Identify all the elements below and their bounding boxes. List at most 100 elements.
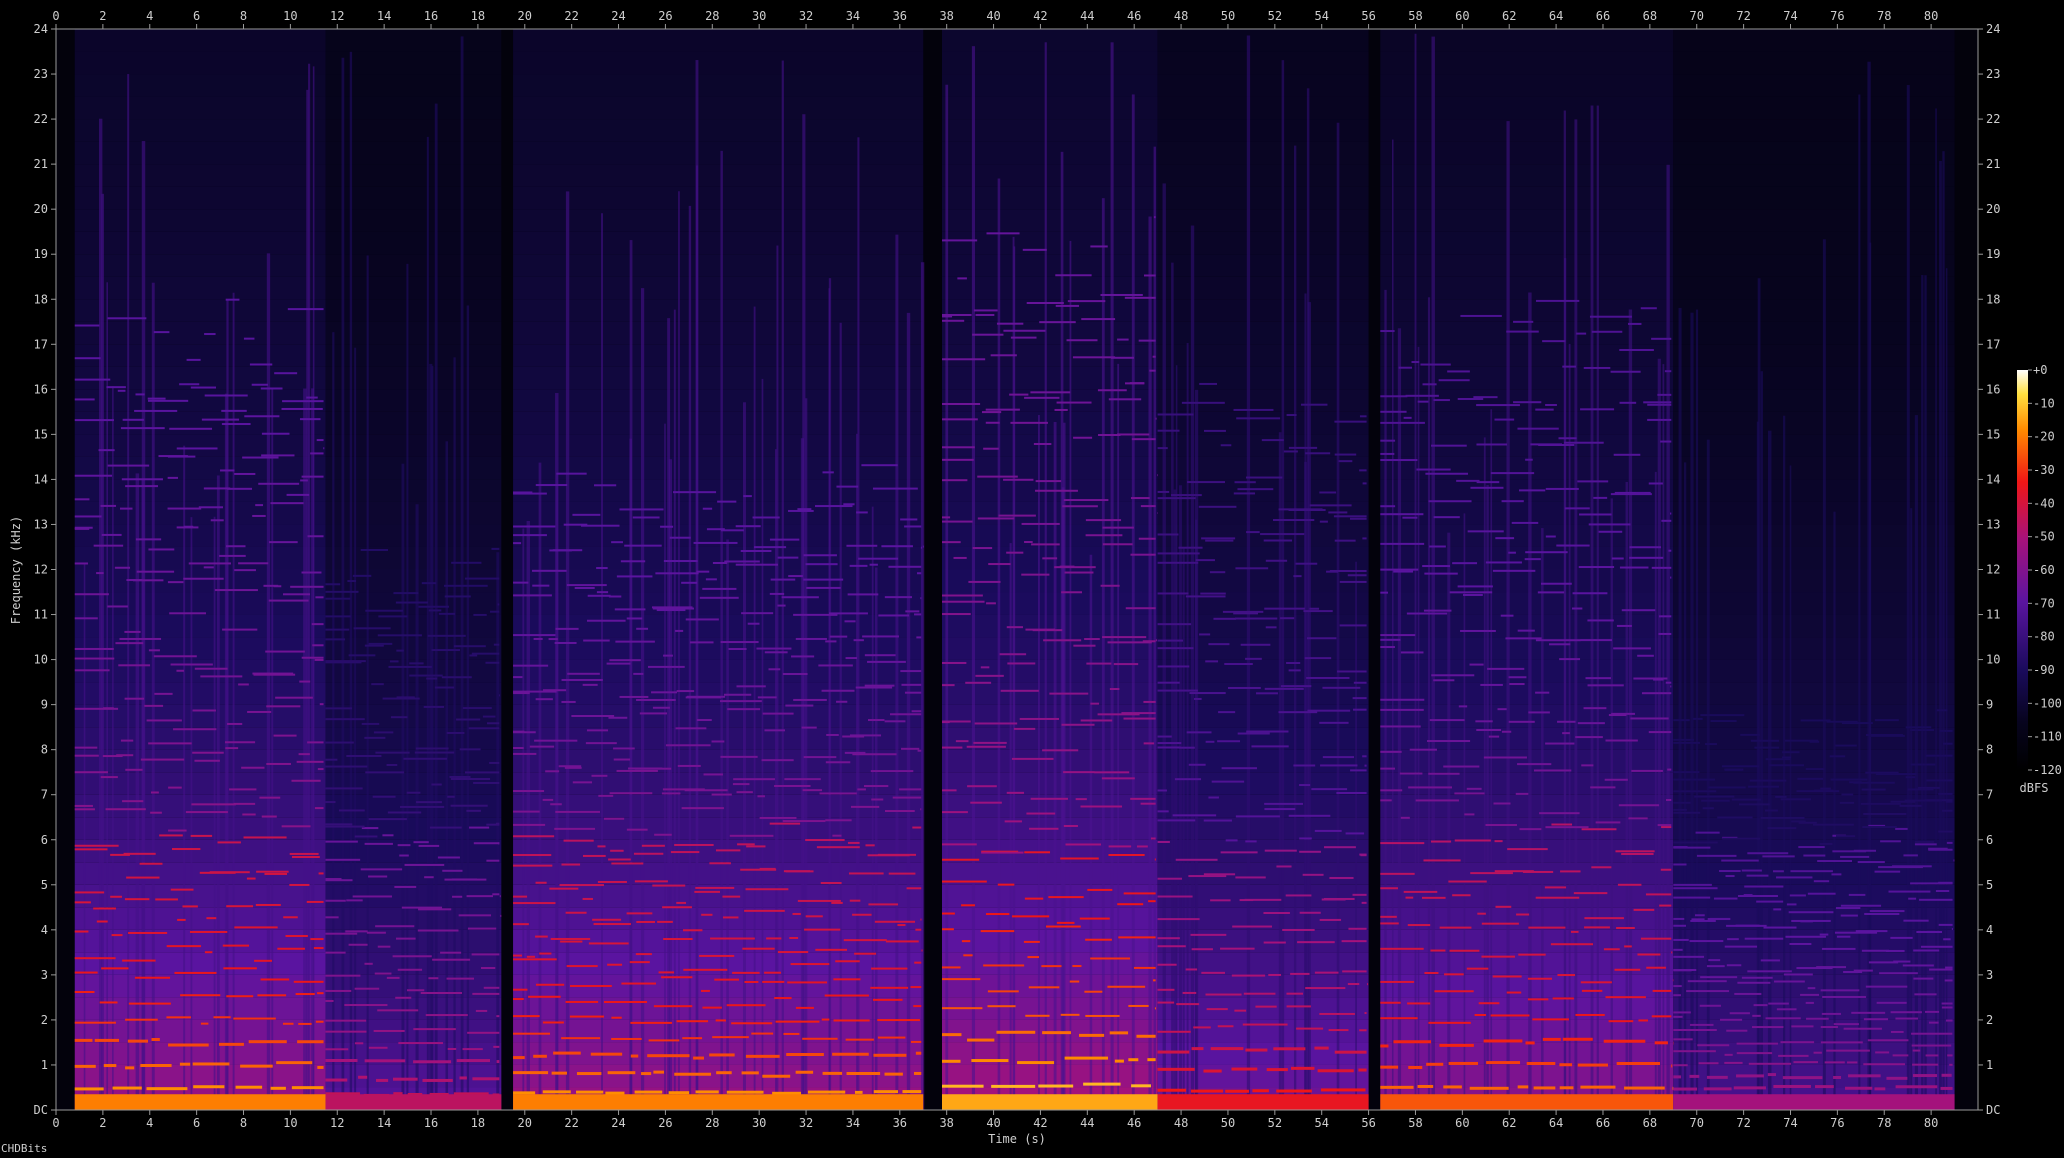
spectral-wash — [1673, 29, 1955, 52]
harmonic-line — [1660, 440, 1672, 443]
harmonic-line — [1107, 985, 1146, 988]
harmonic-line — [1063, 499, 1109, 502]
harmonic-line — [1508, 720, 1535, 723]
harmonic-line — [107, 317, 147, 320]
harmonic-line — [1747, 852, 1789, 855]
harmonic-line — [846, 1071, 881, 1075]
harmonic-line — [850, 805, 880, 808]
colorbar-tick-label: -80 — [2033, 630, 2055, 644]
y-tick-label: 24 — [1986, 22, 2000, 36]
harmonic-line — [1573, 892, 1608, 895]
y-tick-label: 8 — [1986, 743, 1993, 757]
harmonic-line — [462, 1048, 483, 1051]
harmonic-line — [1756, 900, 1784, 903]
spectral-wash — [1673, 186, 1955, 210]
transient-streak — [1012, 236, 1015, 1110]
harmonic-line — [134, 976, 171, 979]
harmonic-line — [1240, 643, 1271, 646]
harmonic-line — [1060, 857, 1099, 860]
harmonic-line — [770, 578, 796, 581]
harmonic-line — [1286, 992, 1304, 995]
harmonic-line — [1403, 890, 1438, 893]
harmonic-line — [1469, 1086, 1509, 1090]
transient-streak — [1695, 309, 1699, 1110]
harmonic-line — [1762, 855, 1795, 858]
harmonic-line — [421, 582, 437, 585]
harmonic-line — [115, 642, 144, 645]
harmonic-line — [1775, 795, 1787, 798]
harmonic-line — [872, 998, 903, 1001]
harmonic-line — [661, 792, 681, 795]
y-tick-label: 17 — [1986, 337, 2000, 351]
harmonic-line — [921, 949, 923, 952]
harmonic-line — [1400, 651, 1424, 654]
harmonic-line — [910, 986, 922, 989]
transient-streak — [667, 318, 671, 1110]
harmonic-line — [1136, 845, 1148, 848]
harmonic-line — [74, 844, 119, 847]
harmonic-line — [1073, 436, 1093, 439]
harmonic-line — [397, 844, 411, 847]
harmonic-line — [1311, 788, 1348, 791]
x-tick-label: 74 — [1783, 9, 1797, 23]
spectral-wash — [74, 366, 326, 390]
harmonic-line — [769, 592, 785, 595]
harmonic-line — [1583, 707, 1607, 710]
harmonic-line — [1912, 1074, 1938, 1078]
x-tick-label: 10 — [283, 9, 297, 23]
harmonic-line — [471, 953, 500, 956]
harmonic-line — [217, 841, 241, 844]
transient-streak — [354, 347, 357, 1110]
harmonic-line — [920, 597, 922, 600]
harmonic-line — [1024, 897, 1044, 900]
harmonic-line — [1398, 366, 1412, 369]
harmonic-line — [941, 319, 965, 322]
harmonic-line — [1198, 505, 1237, 508]
harmonic-line — [877, 1036, 906, 1039]
harmonic-line — [1431, 674, 1475, 677]
harmonic-line — [636, 627, 649, 630]
harmonic-line — [120, 507, 133, 510]
harmonic-line — [1717, 816, 1753, 819]
spectral-wash — [513, 119, 924, 142]
harmonic-line — [325, 1019, 367, 1022]
harmonic-line — [453, 645, 486, 648]
harmonic-line — [418, 844, 440, 847]
harmonic-line — [496, 1060, 500, 1064]
harmonic-line — [1326, 570, 1339, 573]
harmonic-line — [1176, 1003, 1200, 1006]
harmonic-line — [911, 710, 922, 713]
harmonic-line — [1611, 712, 1635, 715]
harmonic-line — [561, 863, 581, 866]
transient-streak — [426, 136, 429, 1110]
x-tick-label: 16 — [424, 1116, 438, 1130]
harmonic-line — [1673, 801, 1691, 804]
harmonic-line — [1306, 676, 1350, 679]
spectral-wash — [513, 727, 924, 750]
x-tick-label: 46 — [1127, 1116, 1141, 1130]
harmonic-line — [431, 783, 442, 786]
harmonic-line — [221, 409, 247, 412]
y-tick-label: 12 — [1986, 563, 2000, 577]
harmonic-line — [1288, 669, 1301, 672]
harmonic-line — [961, 904, 975, 907]
harmonic-line — [983, 447, 999, 450]
transient-streak — [726, 539, 729, 1110]
harmonic-line — [1291, 1066, 1315, 1070]
harmonic-line — [168, 829, 187, 832]
harmonic-line — [101, 967, 129, 970]
harmonic-line — [74, 707, 119, 710]
harmonic-line — [965, 681, 992, 684]
harmonic-line — [513, 790, 545, 793]
harmonic-line — [700, 989, 710, 992]
harmonic-line — [864, 785, 889, 788]
spectral-wash — [1157, 29, 1369, 52]
harmonic-line — [1508, 676, 1527, 679]
harmonic-line — [1481, 922, 1519, 925]
harmonic-line — [112, 1086, 142, 1090]
harmonic-line — [1564, 441, 1604, 444]
harmonic-line — [316, 439, 324, 442]
harmonic-line — [1598, 530, 1623, 533]
harmonic-line — [317, 768, 324, 771]
harmonic-line — [125, 768, 143, 771]
